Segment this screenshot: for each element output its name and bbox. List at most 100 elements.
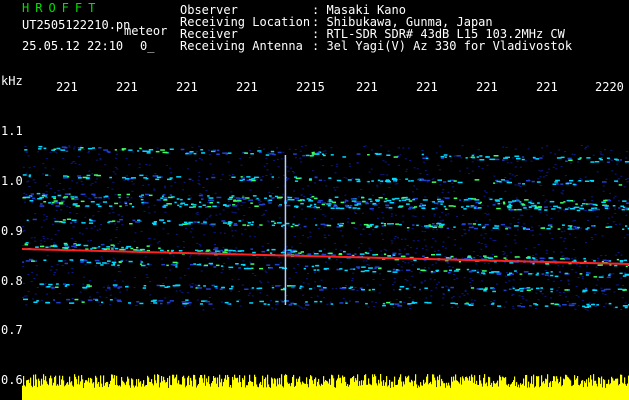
band-speck: [174, 201, 177, 204]
band-speck: [160, 149, 165, 151]
band-speck: [578, 180, 582, 182]
noise-speck: [250, 181, 253, 183]
noise-speck: [473, 299, 476, 301]
band-speck: [288, 304, 293, 306]
noise-speck: [164, 211, 167, 213]
band-speck: [203, 221, 207, 223]
noise-speck: [333, 187, 336, 189]
band-speck: [277, 196, 283, 199]
band-speck: [398, 288, 402, 291]
noise-speck: [201, 159, 203, 161]
noise-speck: [234, 230, 237, 232]
band-speck: [309, 178, 312, 180]
band-speck: [598, 276, 604, 278]
noise-speck: [313, 287, 316, 289]
band-speck: [208, 199, 213, 202]
band-speck: [280, 251, 285, 254]
noise-speck: [169, 269, 172, 271]
noise-speck: [421, 230, 424, 232]
noise-speck: [421, 248, 424, 250]
band-speck: [593, 276, 598, 278]
band-speck: [505, 226, 511, 229]
noise-speck: [99, 202, 102, 204]
band-speck: [470, 206, 473, 208]
band-speck: [117, 287, 120, 289]
band-speck: [185, 152, 188, 155]
band-speck: [64, 244, 69, 246]
noise-speck: [112, 257, 115, 259]
noise-speck: [510, 162, 513, 164]
band-speck: [603, 288, 607, 291]
band-speck: [235, 263, 239, 265]
noise-speck: [166, 303, 169, 305]
band-speck: [482, 226, 486, 229]
noise-speck: [50, 269, 53, 271]
noise-speck: [334, 172, 337, 174]
noise-speck: [405, 170, 408, 172]
noise-speck: [219, 213, 222, 215]
noise-speck: [475, 263, 478, 265]
noise-speck: [271, 192, 274, 194]
band-speck: [126, 196, 129, 199]
noise-speck: [164, 185, 167, 187]
noise-speck: [186, 292, 189, 294]
band-speck: [528, 206, 532, 208]
noise-speck: [307, 283, 310, 285]
noise-speck: [313, 182, 316, 184]
noise-speck: [397, 264, 400, 266]
noise-speck: [134, 232, 137, 234]
band-speck: [211, 284, 215, 287]
noise-speck: [117, 214, 120, 216]
band-speck: [248, 199, 254, 201]
noise-speck: [266, 169, 269, 171]
band-speck: [58, 260, 63, 262]
noise-speck: [600, 287, 603, 289]
noise-speck: [276, 303, 279, 305]
band-speck: [80, 261, 84, 263]
noise-speck: [368, 247, 371, 249]
band-speck: [167, 249, 170, 252]
band-speck: [408, 200, 413, 202]
noise-speck: [319, 147, 322, 149]
noise-speck: [490, 301, 493, 303]
band-speck: [495, 158, 500, 161]
noise-speck: [282, 151, 285, 153]
band-speck: [178, 250, 183, 252]
noise-speck: [119, 149, 122, 151]
noise-speck: [382, 160, 385, 162]
band-speck: [25, 242, 29, 244]
noise-speck: [486, 205, 489, 207]
band-speck: [159, 219, 165, 221]
band-speck: [121, 149, 125, 151]
band-speck: [437, 179, 442, 181]
band-speck: [176, 198, 180, 200]
noise-speck: [559, 237, 562, 239]
band-speck: [193, 221, 197, 223]
band-speck: [163, 196, 166, 199]
band-speck: [333, 203, 337, 206]
band-speck: [339, 302, 344, 304]
band-speck: [473, 256, 476, 259]
band-speck: [36, 192, 41, 195]
noise-speck: [426, 174, 429, 175]
noise-speck: [428, 267, 430, 269]
noise-speck: [568, 303, 571, 305]
band-speck: [250, 153, 254, 155]
band-speck: [589, 179, 595, 182]
noise-speck: [360, 233, 362, 235]
noise-speck: [249, 189, 252, 191]
band-speck: [479, 155, 483, 157]
noise-speck: [625, 151, 628, 153]
noise-speck: [299, 242, 302, 244]
noise-speck: [269, 173, 272, 175]
noise-speck: [166, 164, 169, 166]
y-tick-label: 1.1: [1, 124, 23, 138]
noise-speck: [263, 213, 265, 215]
noise-speck: [220, 179, 222, 181]
band-speck: [193, 263, 196, 265]
band-speck: [92, 220, 96, 222]
noise-speck: [439, 184, 442, 186]
noise-speck: [196, 242, 199, 244]
band-speck: [300, 202, 304, 205]
noise-speck: [476, 269, 479, 271]
